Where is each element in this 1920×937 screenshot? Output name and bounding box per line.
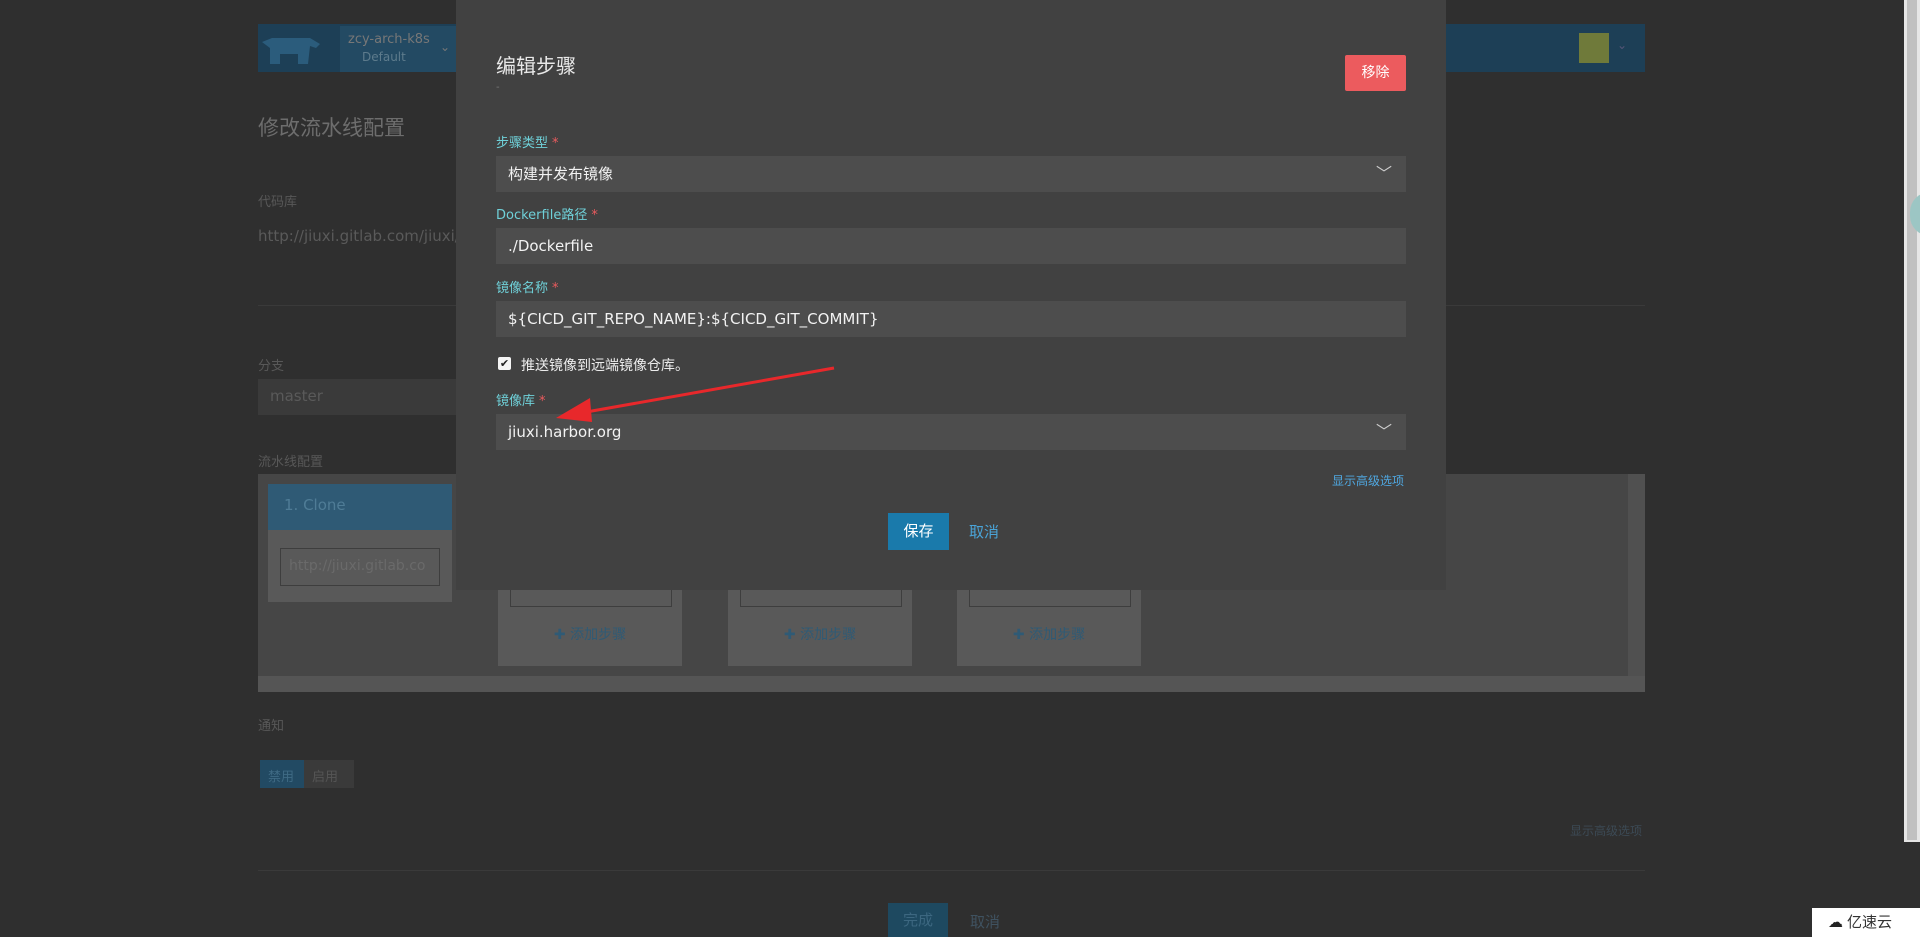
- notify-enable-toggle[interactable]: 启用: [304, 760, 354, 788]
- dockerfile-input[interactable]: ./Dockerfile: [496, 228, 1406, 264]
- repo-value: http://jiuxi.gitlab.com/jiuxi/c: [258, 227, 469, 245]
- dockerfile-label: Dockerfile路径 *: [496, 204, 598, 223]
- cancel-link[interactable]: 取消: [970, 911, 1000, 932]
- stage-card: ✚ 添加步骤: [728, 580, 912, 666]
- step-type-label: 步骤类型 *: [496, 132, 559, 151]
- plus-icon: ✚: [783, 627, 801, 643]
- add-step-label: 添加步骤: [800, 627, 857, 643]
- modal-title: 编辑步骤: [496, 54, 576, 78]
- step-type-label-text: 步骤类型: [496, 136, 549, 151]
- stage-title: 1. Clone: [268, 484, 452, 530]
- branch-value: master: [270, 387, 323, 405]
- required-marker: *: [552, 136, 559, 151]
- registry-label-text: 镜像库: [496, 394, 536, 409]
- stage-clone[interactable]: 1. Clone http://jiuxi.gitlab.co: [268, 484, 452, 602]
- image-name-label-text: 镜像名称: [496, 281, 549, 296]
- pipeline-horizontal-scrollbar[interactable]: [258, 676, 1645, 692]
- chevron-down-icon: ﹀: [1375, 422, 1392, 441]
- edit-step-modal: 编辑步骤 - 移除 步骤类型 * 构建并发布镜像 ﹀ Dockerfile路径 * …: [456, 0, 1446, 590]
- dockerfile-label-text: Dockerfile路径: [496, 208, 588, 223]
- push-image-checkbox[interactable]: ✔: [498, 357, 511, 370]
- registry-value: jiuxi.harbor.org: [508, 423, 622, 441]
- pipeline-label: 流水线配置: [258, 455, 324, 470]
- add-step-button[interactable]: ✚ 添加步骤: [957, 624, 1141, 644]
- save-button[interactable]: 保存: [888, 513, 949, 550]
- watermark: ☁ 亿速云: [1812, 908, 1920, 937]
- stage-card: ✚ 添加步骤: [957, 580, 1141, 666]
- plus-icon: ✚: [1012, 627, 1030, 643]
- add-step-label: 添加步骤: [570, 627, 627, 643]
- scrollbar-thumb[interactable]: [1907, 0, 1917, 840]
- repo-label: 代码库: [258, 195, 298, 210]
- page-scrollbar[interactable]: [1904, 0, 1920, 842]
- required-marker: *: [591, 208, 598, 223]
- chevron-down-icon: ⌄: [439, 40, 450, 54]
- plus-icon: ✚: [553, 627, 571, 643]
- clone-url-field[interactable]: http://jiuxi.gitlab.co: [280, 548, 440, 586]
- add-step-button[interactable]: ✚ 添加步骤: [728, 624, 912, 644]
- required-marker: *: [539, 394, 546, 409]
- branch-label: 分支: [258, 359, 285, 374]
- chevron-down-icon[interactable]: ⌄: [1617, 38, 1627, 52]
- avatar[interactable]: [1579, 33, 1609, 63]
- chevron-down-icon: ﹀: [1375, 164, 1392, 183]
- notify-label: 通知: [258, 719, 285, 734]
- remove-button[interactable]: 移除: [1345, 55, 1406, 91]
- project-name: Default: [362, 50, 406, 64]
- show-advanced-link[interactable]: 显示高级选项: [1332, 472, 1404, 489]
- cancel-link[interactable]: 取消: [969, 521, 999, 542]
- watermark-text: 亿速云: [1847, 913, 1893, 931]
- cluster-selector[interactable]: zcy-arch-k8s Default ⌄: [340, 26, 458, 72]
- page-title: 修改流水线配置: [258, 116, 405, 140]
- add-step-label: 添加步骤: [1029, 627, 1086, 643]
- rancher-logo: [262, 38, 320, 64]
- add-step-button[interactable]: ✚ 添加步骤: [498, 624, 682, 644]
- cloud-icon: ☁: [1828, 913, 1843, 931]
- registry-label: 镜像库 *: [496, 390, 546, 409]
- stage-card: ✚ 添加步骤: [498, 580, 682, 666]
- step-type-select[interactable]: 构建并发布镜像 ﹀: [496, 156, 1406, 192]
- notify-disable-toggle[interactable]: 禁用: [260, 760, 304, 788]
- divider: [258, 870, 1645, 871]
- show-advanced-link[interactable]: 显示高级选项: [1570, 822, 1642, 839]
- required-marker: *: [552, 281, 559, 296]
- step-type-value: 构建并发布镜像: [508, 165, 614, 183]
- modal-subtitle: -: [496, 82, 500, 93]
- cluster-name: zcy-arch-k8s: [348, 32, 430, 47]
- pipeline-vertical-scrollbar[interactable]: [1628, 474, 1645, 676]
- done-button[interactable]: 完成: [888, 903, 948, 937]
- image-name-input[interactable]: ${CICD_GIT_REPO_NAME}:${CICD_GIT_COMMIT}: [496, 301, 1406, 337]
- checkmark-icon: ✔: [499, 357, 510, 370]
- registry-select[interactable]: jiuxi.harbor.org ﹀: [496, 414, 1406, 450]
- image-name-label: 镜像名称 *: [496, 277, 559, 296]
- push-image-label[interactable]: 推送镜像到远端镜像仓库。: [521, 355, 689, 375]
